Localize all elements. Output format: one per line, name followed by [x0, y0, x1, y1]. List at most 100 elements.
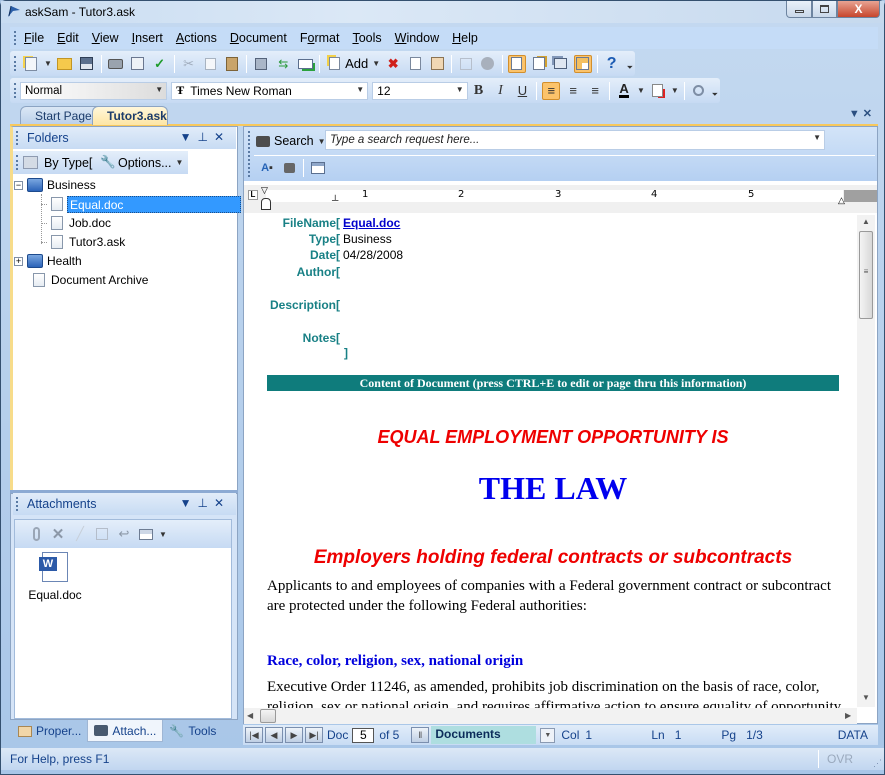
add-dropdown-icon[interactable]: ▼: [372, 59, 380, 68]
add-document-icon-wrap[interactable]: [325, 55, 343, 73]
open-folder-button[interactable]: [56, 55, 74, 73]
preview-button[interactable]: [252, 55, 270, 73]
pin-icon[interactable]: ⊥: [197, 496, 213, 510]
help-button[interactable]: ?: [603, 55, 621, 73]
underline-button[interactable]: U: [513, 82, 531, 100]
doc-number-input[interactable]: 5: [352, 727, 375, 743]
add-button[interactable]: Add: [345, 56, 368, 71]
menu-window[interactable]: Window: [395, 31, 439, 45]
resize-grip-icon[interactable]: ⋰: [873, 758, 882, 769]
pane-grip[interactable]: [16, 497, 19, 511]
print-button[interactable]: [107, 55, 125, 73]
pane-menu-icon[interactable]: ▼: [180, 496, 198, 510]
zoom-button[interactable]: [690, 82, 708, 100]
font-color-button[interactable]: A: [615, 82, 633, 100]
menu-file[interactable]: File: [24, 31, 44, 45]
calendar-button[interactable]: [309, 159, 327, 177]
pane-close-icon[interactable]: ✕: [214, 130, 230, 144]
align-left-button[interactable]: ≡: [542, 81, 561, 100]
maximize-button[interactable]: [812, 1, 837, 18]
filename-link[interactable]: Equal.doc: [343, 216, 400, 230]
menu-insert[interactable]: Insert: [132, 31, 163, 45]
record-button[interactable]: [479, 55, 497, 73]
search-dropdown-button[interactable]: Search ▼: [256, 131, 328, 151]
font-select[interactable]: Ŧ Times New Roman ▼: [171, 81, 369, 100]
view-toggle-button[interactable]: ‖: [411, 727, 430, 743]
pane-grip[interactable]: [16, 131, 19, 145]
tab-tutor3[interactable]: Tutor3.ask: [92, 106, 168, 125]
menu-view[interactable]: View: [92, 31, 119, 45]
save-attachment-button[interactable]: [93, 525, 111, 543]
document-view-button[interactable]: [507, 54, 526, 73]
toolbar-grip[interactable]: [14, 56, 17, 71]
background-color-dropdown-icon[interactable]: ▼: [671, 86, 679, 95]
options-button[interactable]: Options...: [118, 156, 172, 170]
menu-document[interactable]: Document: [230, 31, 287, 45]
spell-check-button[interactable]: ✓: [151, 55, 169, 73]
find-text-button[interactable]: A▪: [258, 159, 276, 177]
tree-node-equal-doc[interactable]: Equal.doc: [41, 195, 241, 213]
menu-actions[interactable]: Actions: [176, 31, 217, 45]
minimize-button[interactable]: [786, 1, 812, 18]
pane-menu-icon[interactable]: ▼: [180, 130, 198, 144]
toolbar-overflow-icon[interactable]: ⏷: [627, 63, 633, 73]
tree-node-business[interactable]: − Business: [14, 176, 96, 194]
edit-form-button[interactable]: [457, 55, 475, 73]
new-dropdown-icon[interactable]: ▼: [44, 59, 52, 68]
collapse-icon[interactable]: −: [14, 180, 23, 190]
scroll-right-icon[interactable]: ▶: [845, 711, 851, 720]
tree-node-tutor3-ask[interactable]: Tutor3.ask: [41, 233, 125, 251]
tab-close-icon[interactable]: ✕: [863, 108, 872, 120]
background-color-button[interactable]: [649, 82, 667, 100]
windows-button[interactable]: [552, 55, 570, 73]
bold-button[interactable]: B: [470, 82, 488, 100]
edit-attachment-button[interactable]: ╱: [71, 525, 89, 543]
by-type-button[interactable]: By Type[: [44, 156, 92, 170]
field-value-type[interactable]: Business: [343, 232, 392, 246]
open-attachment-button[interactable]: ↩: [115, 525, 133, 543]
style-select[interactable]: Normal ▼: [20, 81, 168, 100]
field-value-date[interactable]: 04/28/2008: [343, 248, 403, 262]
format-toolbar-grip[interactable]: [14, 83, 17, 98]
email-button[interactable]: [296, 55, 314, 73]
horizontal-scroll-thumb[interactable]: [260, 709, 276, 723]
paste-button[interactable]: [223, 55, 241, 73]
menu-format[interactable]: Format: [300, 31, 340, 45]
options-dropdown-icon[interactable]: ▼: [176, 158, 184, 167]
first-line-indent-marker[interactable]: ▽: [261, 185, 268, 196]
cut-button[interactable]: ✂: [180, 55, 198, 73]
attachment-item[interactable]: W Equal.doc: [25, 552, 85, 602]
scroll-up-icon[interactable]: ▲: [862, 217, 870, 226]
menu-edit[interactable]: Edit: [57, 31, 79, 45]
tab-properties[interactable]: Proper...: [12, 720, 87, 742]
font-color-dropdown-icon[interactable]: ▼: [637, 86, 645, 95]
tree-node-health[interactable]: + Health: [14, 252, 82, 270]
next-record-button[interactable]: ▶: [285, 727, 303, 743]
print-preview-button[interactable]: [129, 55, 147, 73]
edit-mode-button[interactable]: [530, 55, 548, 73]
menu-help[interactable]: Help: [452, 31, 478, 45]
remove-attachment-button[interactable]: ✕: [49, 525, 67, 543]
italic-button[interactable]: I: [492, 82, 510, 100]
layout-button[interactable]: [573, 54, 592, 73]
tab-list-dropdown-icon[interactable]: ▼: [849, 108, 860, 120]
view-select[interactable]: Documents: [431, 726, 537, 744]
right-indent-marker[interactable]: △: [838, 195, 845, 206]
scroll-left-icon[interactable]: ◀: [247, 711, 253, 720]
horizontal-scrollbar[interactable]: ◀ ▶: [244, 708, 857, 724]
vertical-scrollbar[interactable]: ▲ ≡ ▼: [857, 215, 875, 707]
align-center-button[interactable]: ≡: [564, 82, 582, 100]
close-button[interactable]: X: [837, 1, 880, 18]
save-button[interactable]: [78, 55, 96, 73]
align-right-button[interactable]: ≡: [586, 82, 604, 100]
last-record-button[interactable]: ▶|: [305, 727, 323, 743]
view-dropdown-icon[interactable]: ▼: [540, 727, 556, 743]
view-mode-button[interactable]: [137, 525, 155, 543]
previous-record-button[interactable]: ◀: [265, 727, 283, 743]
document-properties-button[interactable]: [428, 55, 446, 73]
search-grip[interactable]: [248, 131, 251, 177]
expand-icon[interactable]: +: [14, 256, 23, 266]
first-record-button[interactable]: |◀: [245, 727, 263, 743]
tab-stop-marker[interactable]: ┴: [332, 195, 338, 205]
attach-button[interactable]: [27, 525, 45, 543]
